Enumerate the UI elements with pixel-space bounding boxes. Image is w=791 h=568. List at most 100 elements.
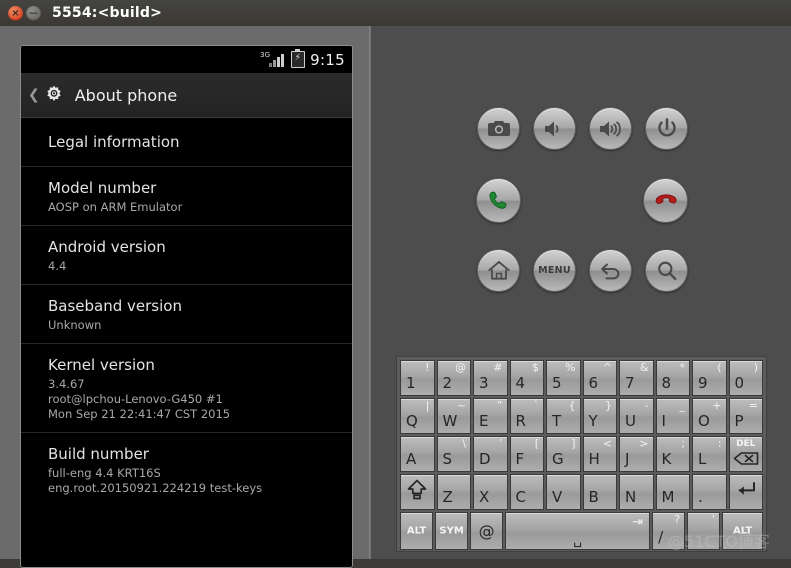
magnifier-icon (656, 260, 678, 282)
volume-low-icon (544, 120, 566, 138)
volume-high-icon (599, 120, 623, 138)
list-item-title: Build number (48, 445, 149, 463)
key-7[interactable]: 7 & (619, 360, 654, 396)
battery-charging-icon: ⚡ (291, 48, 306, 68)
tab-icon: ⇥ (632, 515, 644, 530)
key-p[interactable]: P = (728, 398, 763, 434)
minimize-icon: − (28, 6, 39, 20)
list-item-subtitle: Unknown (48, 318, 102, 332)
list-item[interactable]: Model number AOSP on ARM Emulator (21, 167, 352, 226)
keyboard-row-qwerty: Q | W ~ E” R ` T{ Y} U- I _ O + P = (399, 397, 764, 435)
key-j[interactable]: J > (619, 436, 654, 472)
settings-gear-icon (42, 83, 66, 107)
key-8[interactable]: 8 * (655, 360, 690, 396)
key-at[interactable]: @ (470, 512, 504, 550)
home-button[interactable] (477, 249, 520, 292)
key-6[interactable]: 6 ^ (582, 360, 617, 396)
key-m[interactable]: M (655, 474, 690, 510)
key-i[interactable]: I _ (655, 398, 690, 434)
list-item-title: Model number (48, 179, 157, 197)
key-enter[interactable] (728, 474, 763, 510)
key-2[interactable]: 2 @ (436, 360, 471, 396)
key-l[interactable]: L: (692, 436, 727, 472)
key-g[interactable]: G] (546, 436, 581, 472)
key-space[interactable]: ␣ ⇥ (505, 512, 651, 550)
key-a[interactable]: A (400, 436, 435, 472)
list-item[interactable]: Build number full-eng 4.4 KRT16S eng.roo… (21, 433, 352, 506)
hardware-keyboard: 1! 2 @ 3 # 4 $ 5% 6 ^ 7 & 8 * 9( 0) Q | W ~ E” R… (396, 356, 767, 552)
key-c[interactable]: C (509, 474, 544, 510)
key-0[interactable]: 0) (728, 360, 763, 396)
key-delete[interactable]: DEL (728, 436, 763, 472)
menu-label: MENU (538, 265, 571, 276)
list-item[interactable]: Baseband version Unknown (21, 285, 352, 344)
key-v[interactable]: V (546, 474, 581, 510)
list-item[interactable]: Android version 4.4 (21, 226, 352, 285)
back-arrow-icon (599, 261, 623, 281)
key-s[interactable]: S \ (436, 436, 471, 472)
key-sym[interactable]: SYM (435, 512, 469, 550)
watermark: @51CTO博客 (668, 532, 770, 551)
status-bar-clock: 9:15 (310, 50, 345, 69)
window-title: 5554:<build> (52, 5, 163, 21)
key-shift[interactable] (400, 474, 435, 510)
key-alt-left[interactable]: ALT (400, 512, 434, 550)
list-item[interactable]: Kernel version 3.4.67 root@lpchou-Lenovo… (21, 344, 352, 433)
key-t[interactable]: T{ (546, 398, 581, 434)
key-1[interactable]: 1! (400, 360, 435, 396)
list-item-title: Android version (48, 238, 166, 256)
backspace-icon (730, 450, 763, 469)
phone-screen[interactable]: 3G ⚡ 9:15 ❮ About phone Legal informatio… (20, 45, 353, 568)
phone-hangup-icon (654, 189, 677, 212)
minimize-button[interactable]: − (26, 6, 41, 21)
keyboard-row-numbers: 1! 2 @ 3 # 4 $ 5% 6 ^ 7 & 8 * 9( 0) (399, 359, 764, 397)
call-button[interactable] (476, 178, 521, 223)
volume-up-button[interactable] (589, 107, 632, 150)
key-n[interactable]: N (619, 474, 654, 510)
key-y[interactable]: Y} (582, 398, 617, 434)
key-k[interactable]: K; (655, 436, 690, 472)
volume-down-button[interactable] (533, 107, 576, 150)
device-screen-pane: 3G ⚡ 9:15 ❮ About phone Legal informatio… (0, 26, 369, 568)
back-button[interactable] (589, 249, 632, 292)
key-z[interactable]: Z (436, 474, 471, 510)
key-h[interactable]: H < (582, 436, 617, 472)
list-item-subtitle: full-eng 4.4 KRT16S eng.root.20150921.22… (48, 466, 263, 495)
list-item-subtitle: 4.4 (48, 259, 67, 273)
list-item-subtitle: 3.4.67 root@lpchou-Lenovo-G450 #1 Mon Se… (48, 377, 231, 421)
key-9[interactable]: 9( (692, 360, 727, 396)
key-4[interactable]: 4 $ (509, 360, 544, 396)
key-5[interactable]: 5% (546, 360, 581, 396)
key-f[interactable]: F[ (509, 436, 544, 472)
key-w[interactable]: W ~ (436, 398, 471, 434)
shift-icon (401, 478, 434, 506)
key-r[interactable]: R ` (509, 398, 544, 434)
search-button[interactable] (645, 249, 688, 292)
end-call-button[interactable] (643, 178, 688, 223)
chevron-left-icon[interactable]: ❮ (28, 87, 40, 103)
key-3[interactable]: 3 # (473, 360, 508, 396)
camera-button[interactable] (477, 107, 520, 150)
key-x[interactable]: X (473, 474, 508, 510)
key-b[interactable]: B (582, 474, 617, 510)
camera-icon (487, 120, 510, 137)
list-item-title: Kernel version (48, 356, 155, 374)
keyboard-row-asdf: A S \ D’ F[ G] H < J > K; L: DEL (399, 435, 764, 473)
phone-call-icon (487, 189, 510, 212)
menu-button[interactable]: MENU (533, 249, 576, 292)
settings-list: Legal information Model number AOSP on A… (21, 118, 352, 506)
close-icon: × (11, 8, 20, 19)
key-e[interactable]: E” (473, 398, 508, 434)
key-u[interactable]: U- (619, 398, 654, 434)
key-o[interactable]: O + (692, 398, 727, 434)
key-period[interactable]: . (692, 474, 727, 510)
power-button[interactable] (645, 107, 688, 150)
power-icon (657, 118, 677, 139)
key-q[interactable]: Q | (400, 398, 435, 434)
key-d[interactable]: D’ (473, 436, 508, 472)
action-bar[interactable]: ❮ About phone (21, 73, 352, 118)
close-button[interactable]: × (8, 6, 23, 21)
network-type-label: 3G (260, 51, 270, 59)
list-item[interactable]: Legal information (21, 118, 352, 167)
enter-arrow-icon (730, 481, 763, 503)
